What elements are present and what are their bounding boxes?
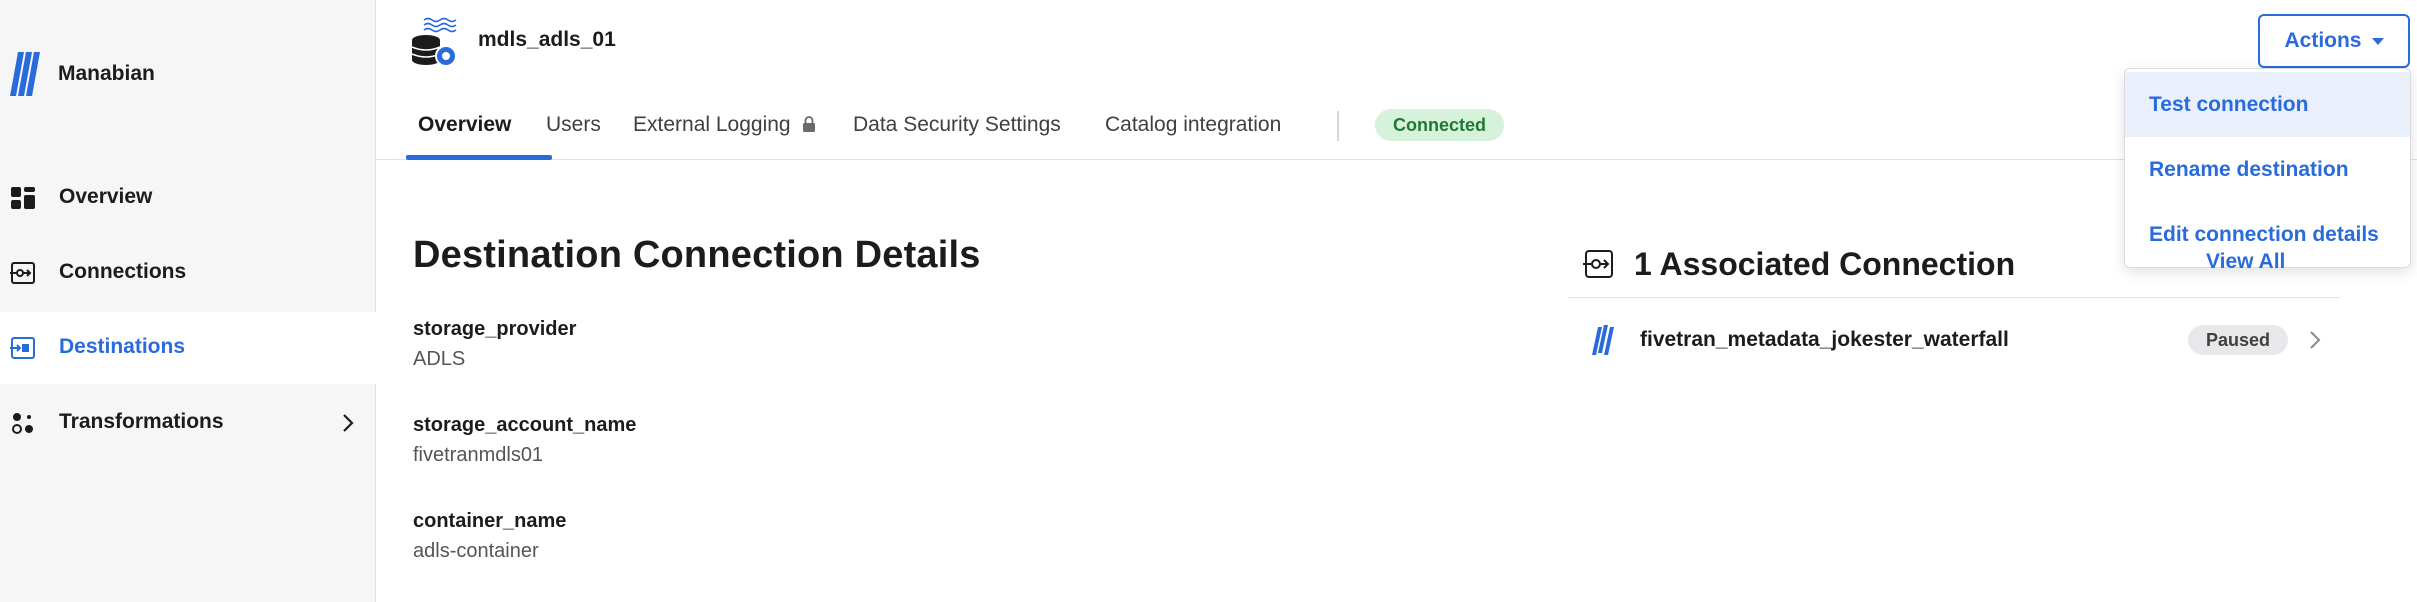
- section-title: Destination Connection Details: [413, 234, 981, 276]
- actions-button[interactable]: Actions: [2258, 14, 2410, 68]
- field-value: adls-container: [413, 540, 539, 562]
- sidebar-item-transformations[interactable]: Transformations: [0, 387, 376, 459]
- field-value: fivetranmdls01: [413, 444, 544, 466]
- tab-users[interactable]: Users: [546, 113, 601, 137]
- associated-connections-title: 1 Associated Connection: [1634, 246, 2016, 282]
- sidebar-item-overview[interactable]: Overview: [0, 162, 376, 234]
- tab-overview[interactable]: Overview: [418, 113, 511, 137]
- connection-row[interactable]: fivetran_metadata_jokester_waterfall Pau…: [1568, 305, 2340, 375]
- actions-menu: Test connection Rename destination Edit …: [2124, 68, 2411, 268]
- connection-name: fivetran_metadata_jokester_waterfall: [1640, 328, 2009, 351]
- brand-name: Manabian: [58, 62, 155, 85]
- page-title: mdls_adls_01: [478, 28, 616, 51]
- divider: [1568, 297, 2340, 298]
- status-badge: Connected: [1375, 109, 1505, 141]
- field-label: storage_provider: [413, 318, 577, 340]
- status-badge: Paused: [2188, 325, 2289, 355]
- sidebar-item-destinations[interactable]: Destinations: [0, 312, 376, 384]
- connections-icon: [1583, 250, 1613, 278]
- dashboard-icon: [11, 187, 35, 209]
- actions-label: Actions: [2284, 29, 2362, 52]
- field-label: container_name: [413, 510, 567, 532]
- sidebar-item-label: Overview: [59, 185, 153, 208]
- sidebar-item-connections[interactable]: Connections: [0, 237, 376, 309]
- tab-external-logging[interactable]: External Logging: [633, 113, 816, 137]
- sidebar: Manabian Overview Connections Destinatio…: [0, 0, 376, 602]
- caret-down-icon: [2371, 37, 2384, 45]
- sidebar-item-label: Transformations: [59, 410, 224, 433]
- tab-catalog-integration[interactable]: Catalog integration: [1105, 113, 1281, 137]
- tab-data-security-settings[interactable]: Data Security Settings: [853, 113, 1061, 137]
- chevron-right-icon: [2310, 331, 2321, 349]
- tab-bar: Overview Users External Logging Data Sec…: [376, 100, 2417, 160]
- chevron-right-icon: [343, 414, 354, 432]
- view-all-link[interactable]: View All: [2206, 250, 2285, 274]
- connections-icon: [10, 262, 35, 284]
- field-value: ADLS: [413, 348, 466, 370]
- sidebar-item-label: Destinations: [59, 335, 186, 358]
- menu-item-rename-destination[interactable]: Rename destination: [2125, 137, 2410, 202]
- active-tab-indicator: [406, 155, 552, 160]
- sidebar-item-label: Connections: [59, 260, 187, 283]
- brand[interactable]: Manabian: [0, 40, 376, 110]
- destination-icon: [10, 337, 35, 359]
- transformations-icon: [12, 413, 33, 434]
- tab-label: External Logging: [633, 113, 791, 136]
- lock-icon: [803, 116, 816, 132]
- fivetran-logo-icon: [10, 52, 40, 96]
- fivetran-logo-icon: [1592, 325, 1614, 355]
- menu-item-test-connection[interactable]: Test connection: [2125, 72, 2410, 137]
- tab-divider: [1337, 111, 1339, 141]
- field-label: storage_account_name: [413, 414, 637, 436]
- database-gear-icon: [411, 17, 457, 67]
